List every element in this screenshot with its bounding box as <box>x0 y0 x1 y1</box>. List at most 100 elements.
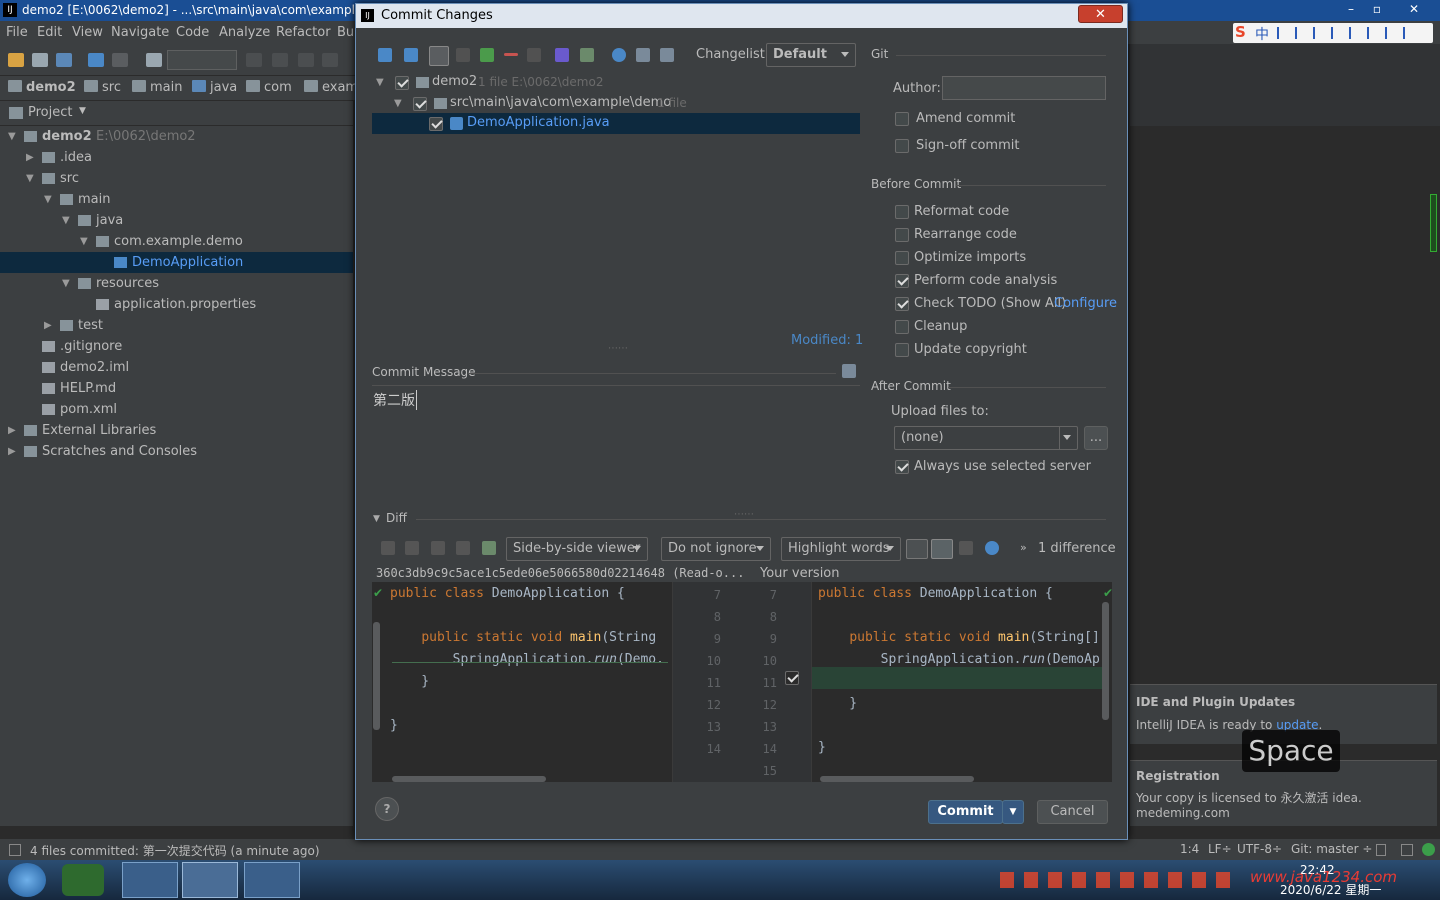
next-file-icon[interactable] <box>456 541 470 555</box>
menu-code[interactable]: Code <box>176 25 209 40</box>
event-log-icon[interactable] <box>1422 843 1435 856</box>
chevron-down-icon[interactable]: ▼ <box>376 77 384 88</box>
move-changelist-icon[interactable] <box>480 48 494 62</box>
menu-view[interactable]: View <box>72 25 103 40</box>
changes-dir-checkbox[interactable] <box>413 97 427 111</box>
settings-icon[interactable] <box>612 48 626 62</box>
toggle-panels-icon[interactable] <box>9 844 21 856</box>
configure-link[interactable]: Configure <box>1054 296 1117 311</box>
before-commit-option-label[interactable]: Cleanup <box>914 319 967 334</box>
signoff-commit-label[interactable]: Sign-off commit <box>916 138 1019 153</box>
signoff-commit-checkbox[interactable] <box>895 139 909 153</box>
help-button[interactable]: ? <box>375 797 399 821</box>
before-commit-option-label[interactable]: Update copyright <box>914 342 1027 357</box>
ime-tool-icons[interactable] <box>1277 27 1417 39</box>
breadcrumb-item[interactable]: src <box>84 80 121 95</box>
save-icon[interactable] <box>32 53 48 67</box>
before-commit-checkbox[interactable] <box>895 205 909 219</box>
project-tree-node[interactable]: demo2.iml <box>0 357 353 378</box>
diff-settings-icon[interactable] <box>985 541 999 555</box>
stop-icon[interactable] <box>322 53 338 67</box>
chevron-right-icon[interactable]: ▶ <box>26 147 34 168</box>
remove-icon[interactable] <box>504 53 518 56</box>
start-button[interactable] <box>8 863 46 897</box>
project-tree-node[interactable]: HELP.md <box>0 378 353 399</box>
more-icon[interactable]: » <box>1020 541 1027 554</box>
menu-refactor[interactable]: Refactor <box>276 25 331 40</box>
shelve-icon[interactable] <box>580 48 594 62</box>
right-hscrollbar[interactable] <box>820 776 974 782</box>
lock-icon[interactable] <box>1376 844 1386 856</box>
upload-server-select[interactable]: (none) <box>894 426 1078 450</box>
splitter-handle[interactable]: ⋯⋯ <box>608 343 628 354</box>
project-tree-node[interactable]: ▼ resources <box>0 273 353 294</box>
next-diff-icon[interactable] <box>405 541 419 555</box>
breadcrumb-item[interactable]: java <box>192 80 237 95</box>
group-by-directory-icon[interactable] <box>429 46 449 66</box>
lock-icon[interactable] <box>959 541 973 555</box>
line-separator[interactable]: LF÷ <box>1208 842 1232 856</box>
menu-build[interactable]: Bu <box>337 25 354 40</box>
minimize-button[interactable]: – <box>1338 1 1364 17</box>
tree-icon[interactable] <box>527 48 541 62</box>
amend-commit-label[interactable]: Amend commit <box>916 111 1015 126</box>
chevron-down-icon[interactable]: ▼ <box>8 126 16 147</box>
project-tree-node[interactable]: .gitignore <box>0 336 353 357</box>
expand-icon[interactable] <box>456 48 470 62</box>
project-view-label[interactable]: Project <box>28 105 72 120</box>
chevron-down-icon[interactable]: ▼ <box>62 210 70 231</box>
diff-left-pane[interactable]: public class DemoApplication { public st… <box>372 582 672 782</box>
project-tree-node[interactable]: pom.xml <box>0 399 353 420</box>
changes-file-checkbox[interactable] <box>429 117 443 131</box>
coverage-icon[interactable] <box>298 53 314 67</box>
refresh-icon[interactable] <box>404 48 418 62</box>
before-commit-option-label[interactable]: Reformat code <box>914 204 1009 219</box>
before-commit-checkbox[interactable] <box>895 251 909 265</box>
include-change-checkbox[interactable] <box>785 671 799 685</box>
project-tree-node[interactable]: ▼ main <box>0 189 353 210</box>
commit-button[interactable]: Commit <box>928 800 1003 824</box>
menu-edit[interactable]: Edit <box>37 25 62 40</box>
window-close-button[interactable]: ✕ <box>1398 1 1430 17</box>
tray-icons[interactable] <box>1000 872 1240 888</box>
git-branch[interactable]: Git: master ÷ <box>1291 842 1372 856</box>
chevron-down-icon[interactable]: ▼ <box>26 168 34 189</box>
project-tree-node[interactable]: ▼ com.example.demo <box>0 231 353 252</box>
diff-ignore-select[interactable]: Do not ignore <box>661 537 771 561</box>
chevron-down-icon[interactable]: ▼ <box>80 231 88 252</box>
dialog-close-button[interactable]: ✕ <box>1078 5 1123 23</box>
prev-file-icon[interactable] <box>431 541 445 555</box>
open-folder-icon[interactable] <box>8 53 24 67</box>
file-encoding[interactable]: UTF-8÷ <box>1237 842 1282 856</box>
cursor-position[interactable]: 1:4 <box>1180 842 1199 856</box>
breadcrumb-item[interactable]: exam <box>304 80 358 95</box>
build-icon[interactable] <box>146 53 162 67</box>
chevron-down-icon[interactable]: ▼ <box>394 98 402 109</box>
edit-source-icon[interactable] <box>482 541 496 555</box>
commit-options-dropdown[interactable]: ▼ <box>1002 800 1024 824</box>
run-config-select[interactable] <box>167 50 237 70</box>
right-scrollbar[interactable] <box>1102 602 1109 720</box>
sync-icon[interactable] <box>56 53 72 67</box>
chevron-right-icon[interactable]: ▶ <box>8 441 16 462</box>
chevron-down-icon[interactable]: ▼ <box>79 106 86 116</box>
diff-section-label[interactable]: Diff <box>386 511 407 525</box>
taskbar-app-icon[interactable] <box>122 862 178 898</box>
project-tree-node[interactable]: ▼ java <box>0 210 353 231</box>
breadcrumb-item[interactable]: demo2 <box>8 80 76 95</box>
chevron-down-icon[interactable]: ▼ <box>62 273 70 294</box>
diff-highlight-select[interactable]: Highlight words <box>781 537 901 561</box>
before-commit-option-label[interactable]: Optimize imports <box>914 250 1026 265</box>
chevron-down-icon[interactable]: ▼ <box>44 189 52 210</box>
breadcrumb-item[interactable]: main <box>132 80 182 95</box>
collapse-all-icon[interactable] <box>660 48 674 62</box>
ime-language-indicator[interactable]: 中 <box>1255 24 1269 44</box>
changelist-select[interactable]: Default <box>766 43 856 67</box>
revert-icon[interactable] <box>555 48 569 62</box>
run-icon[interactable] <box>246 53 262 67</box>
show-diff-icon[interactable] <box>378 48 392 62</box>
changes-file-row[interactable]: DemoApplication.java <box>372 113 860 134</box>
left-scrollbar[interactable] <box>373 622 380 730</box>
inspector-icon[interactable] <box>1401 844 1413 856</box>
project-tree-node[interactable]: ▶ test <box>0 315 353 336</box>
